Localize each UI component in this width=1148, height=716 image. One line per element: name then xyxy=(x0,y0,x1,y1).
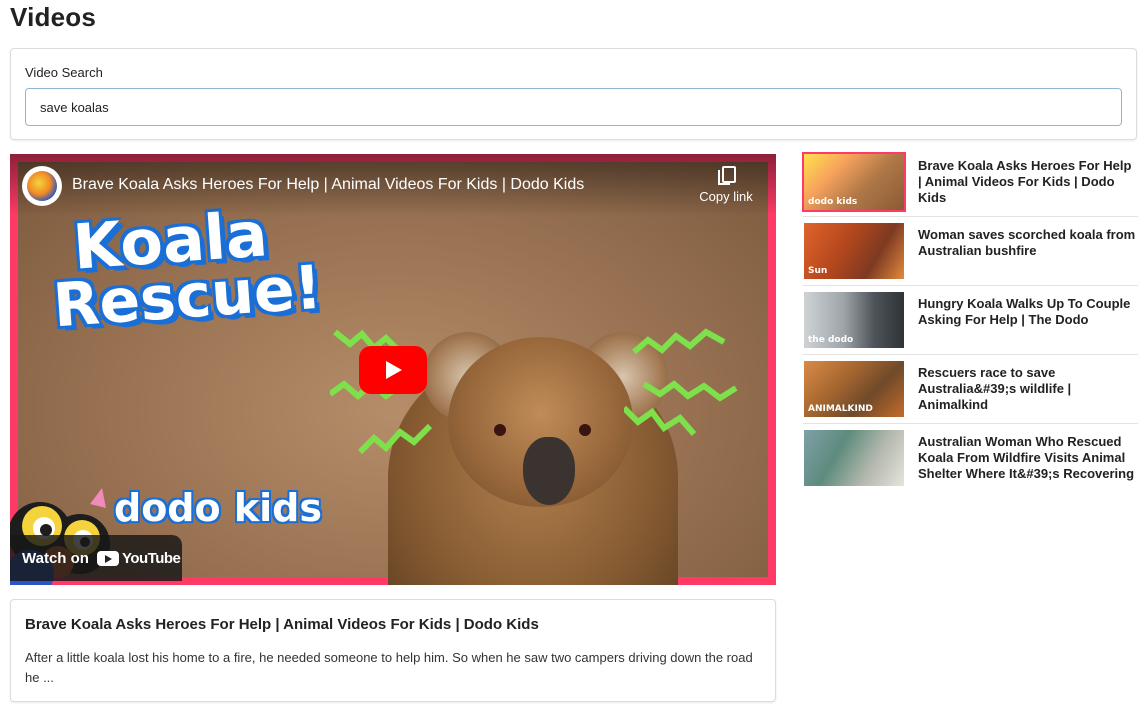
video-description-card: Brave Koala Asks Heroes For Help | Anima… xyxy=(10,599,776,702)
koala-nose-graphic xyxy=(523,437,575,505)
channel-logo-text: dodo kids xyxy=(114,486,322,530)
copy-link-button[interactable]: Copy link xyxy=(694,166,758,206)
search-card: Video Search xyxy=(10,48,1137,140)
page-title: Videos xyxy=(10,2,96,32)
search-label: Video Search xyxy=(25,65,103,80)
zigzag-decoration xyxy=(624,328,738,436)
result-item[interactable]: dodo kids Brave Koala Asks Heroes For He… xyxy=(802,152,1138,217)
thumbnail-badge: ANIMALKIND xyxy=(808,404,873,414)
result-item[interactable]: Australian Woman Who Rescued Koala From … xyxy=(803,430,1138,499)
result-thumbnail[interactable] xyxy=(804,430,904,486)
bird-icon xyxy=(27,171,57,201)
result-title[interactable]: Hungry Koala Walks Up To Couple Asking F… xyxy=(918,296,1136,328)
result-title[interactable]: Rescuers race to save Australia&#39;s wi… xyxy=(918,365,1136,413)
video-player[interactable]: Koala Rescue! dodo kids Brave Koala Asks… xyxy=(10,154,776,585)
channel-avatar[interactable] xyxy=(22,166,62,206)
thumbnail-badge: dodo kids xyxy=(808,197,858,207)
copy-link-label: Copy link xyxy=(699,189,753,204)
watch-on-label: Watch on xyxy=(22,549,89,567)
result-item[interactable]: Sun Woman saves scorched koala from Aust… xyxy=(803,223,1138,286)
koala-eye-graphic xyxy=(579,424,591,436)
result-title[interactable]: Woman saves scorched koala from Australi… xyxy=(918,227,1136,259)
result-thumbnail[interactable]: the dodo xyxy=(804,292,904,348)
youtube-logo: YouTube xyxy=(96,549,181,567)
result-title[interactable]: Australian Woman Who Rescued Koala From … xyxy=(918,434,1136,482)
result-thumbnail[interactable]: ANIMALKIND xyxy=(804,361,904,417)
result-title[interactable]: Brave Koala Asks Heroes For Help | Anima… xyxy=(918,158,1136,206)
description-text: After a little koala lost his home to a … xyxy=(25,650,753,685)
video-search-input[interactable] xyxy=(25,88,1122,126)
description-title: Brave Koala Asks Heroes For Help | Anima… xyxy=(25,616,539,633)
player-video-title[interactable]: Brave Koala Asks Heroes For Help | Anima… xyxy=(72,176,584,194)
youtube-wordmark: YouTube xyxy=(121,549,181,567)
result-item[interactable]: ANIMALKIND Rescuers race to save Austral… xyxy=(803,361,1138,424)
koala-eye-graphic xyxy=(494,424,506,436)
result-item[interactable]: the dodo Hungry Koala Walks Up To Couple… xyxy=(803,292,1138,355)
result-thumbnail[interactable]: Sun xyxy=(804,223,904,279)
result-thumbnail[interactable]: dodo kids xyxy=(802,152,906,212)
video-results-list: dodo kids Brave Koala Asks Heroes For He… xyxy=(802,152,1138,499)
thumbnail-badge: the dodo xyxy=(808,335,854,345)
copy-icon xyxy=(718,166,736,185)
thumbnail-badge: Sun xyxy=(808,266,828,276)
player-header: Brave Koala Asks Heroes For Help | Anima… xyxy=(10,154,776,216)
watch-on-youtube-button[interactable]: Watch on YouTube xyxy=(10,535,182,581)
play-button[interactable] xyxy=(359,346,427,394)
play-icon xyxy=(386,361,402,379)
youtube-play-icon xyxy=(96,550,119,566)
